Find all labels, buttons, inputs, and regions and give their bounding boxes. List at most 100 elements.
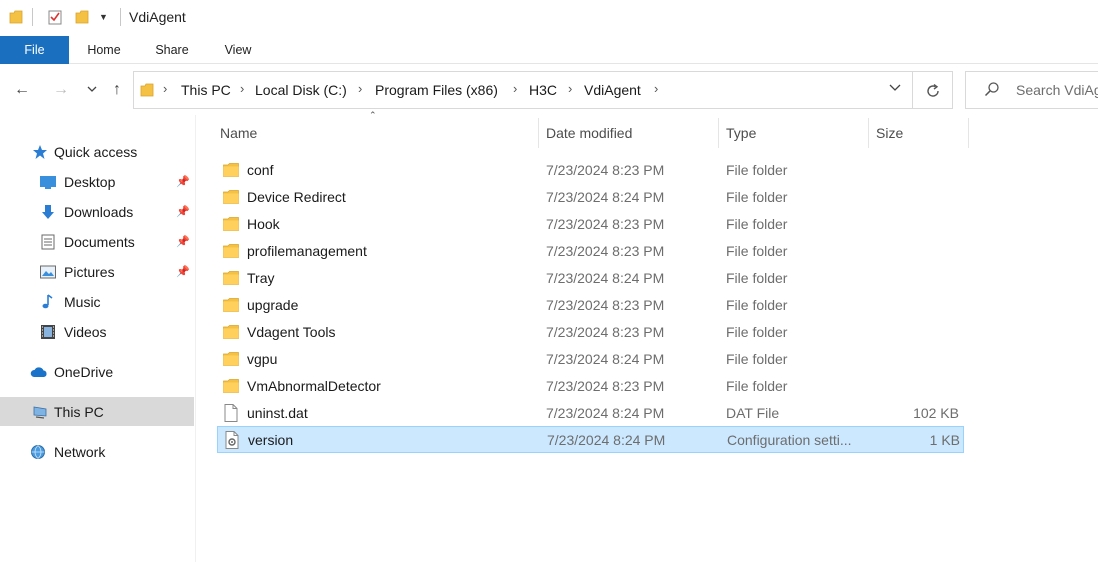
sidebar-item-this-pc[interactable]: This PC (32, 397, 192, 427)
tab-home[interactable]: Home (78, 36, 130, 64)
chevron-down-icon[interactable] (888, 80, 902, 94)
file-size: 1 KB (929, 432, 960, 448)
chevron-right-icon[interactable]: › (163, 81, 167, 96)
cloud-icon (30, 367, 47, 377)
search-box[interactable]: Search VdiAgent (965, 71, 1098, 109)
forward-arrow-icon[interactable]: → (49, 78, 73, 102)
file-type: File folder (726, 270, 788, 286)
sidebar-item-pictures[interactable]: Pictures 📌 (40, 257, 192, 287)
tab-view[interactable]: View (214, 36, 262, 64)
file-type: File folder (726, 351, 788, 367)
sidebar-item-quick-access[interactable]: Quick access (32, 137, 192, 167)
videos-icon (41, 325, 55, 339)
computer-icon (33, 406, 47, 419)
pictures-icon (40, 265, 56, 279)
sidebar-item-onedrive[interactable]: OneDrive (30, 357, 192, 387)
search-input[interactable]: Search VdiAgent (1016, 82, 1098, 98)
file-row[interactable]: vgpu 7/23/2024 8:24 PM File folder (217, 346, 964, 373)
folder-icon (140, 83, 154, 97)
file-type: DAT File (726, 405, 780, 421)
file-type: File folder (726, 324, 788, 340)
tab-share[interactable]: Share (146, 36, 198, 64)
file-row[interactable]: Hook 7/23/2024 8:23 PM File folder (217, 211, 964, 238)
breadcrumb-program-files[interactable]: Program Files (x86) (375, 82, 498, 98)
window-title: VdiAgent (129, 9, 186, 25)
file-type: File folder (726, 162, 788, 178)
file-date: 7/23/2024 8:24 PM (546, 351, 665, 367)
sidebar-item-music[interactable]: Music (40, 287, 192, 317)
sidebar-item-network[interactable]: Network (30, 437, 192, 467)
pin-icon[interactable]: 📌 (176, 197, 190, 227)
ribbon: File Home Share View (0, 36, 1098, 64)
file-name: version (248, 432, 294, 448)
file-date: 7/23/2024 8:24 PM (546, 270, 665, 286)
file-row[interactable]: profilemanagement 7/23/2024 8:23 PM File f… (217, 238, 964, 265)
sidebar-item-videos[interactable]: Videos (40, 317, 192, 347)
column-divider[interactable] (868, 118, 869, 148)
file-date: 7/23/2024 8:23 PM (546, 162, 665, 178)
file-row[interactable]: Device Redirect 7/23/2024 8:24 PM File fol… (217, 184, 964, 211)
refresh-button[interactable] (913, 71, 953, 109)
chevron-right-icon[interactable]: › (240, 81, 244, 96)
column-header-name[interactable]: Name (220, 118, 536, 148)
file-row[interactable]: Tray 7/23/2024 8:24 PM File folder (217, 265, 964, 292)
file-name: VmAbnormalDetector (247, 378, 381, 394)
file-row[interactable]: conf 7/23/2024 8:23 PM File folder (217, 157, 964, 184)
file-row[interactable]: VmAbnormalDetector 7/23/2024 8:23 PM File … (217, 373, 964, 400)
column-header-date[interactable]: Date modified (546, 118, 716, 148)
file-name: Vdagent Tools (247, 324, 336, 340)
folder-icon (223, 244, 239, 258)
breadcrumb-this-pc[interactable]: This PC (181, 82, 231, 98)
tab-file[interactable]: File (0, 36, 69, 64)
new-folder-icon[interactable] (75, 9, 89, 25)
file-size (867, 238, 959, 265)
file-date: 7/23/2024 8:23 PM (546, 297, 665, 313)
folder-icon (223, 298, 239, 312)
breadcrumb-local-disk[interactable]: Local Disk (C:) (255, 82, 347, 98)
column-header-size[interactable]: Size (876, 118, 966, 148)
file-type: File folder (726, 378, 788, 394)
pin-icon[interactable]: 📌 (176, 167, 190, 197)
sidebar-item-downloads[interactable]: Downloads 📌 (40, 197, 192, 227)
column-divider[interactable] (968, 118, 969, 148)
address-bar[interactable]: › This PC › Local Disk (C:) › Program Fi… (133, 71, 913, 109)
column-divider[interactable] (538, 118, 539, 148)
file-name: upgrade (247, 297, 299, 313)
recent-locations-icon[interactable] (86, 84, 98, 94)
breadcrumb-h3c[interactable]: H3C (529, 82, 557, 98)
file-name: Hook (247, 216, 280, 232)
title-bar: ▼ VdiAgent (0, 0, 1098, 36)
file-name: profilemanagement (247, 243, 367, 259)
refresh-icon (927, 83, 939, 97)
music-icon (42, 294, 53, 309)
file-type: File folder (726, 189, 788, 205)
download-icon (42, 205, 54, 219)
pin-icon[interactable]: 📌 (176, 257, 190, 287)
file-row[interactable]: Vdagent Tools 7/23/2024 8:23 PM File folde… (217, 319, 964, 346)
file-row[interactable]: upgrade 7/23/2024 8:23 PM File folder (217, 292, 964, 319)
chevron-right-icon[interactable]: › (358, 81, 362, 96)
file-size (867, 184, 959, 211)
file-name: vgpu (247, 351, 278, 367)
sidebar-item-desktop[interactable]: Desktop 📌 (40, 167, 192, 197)
chevron-right-icon[interactable]: › (513, 81, 517, 96)
chevron-right-icon[interactable]: › (654, 81, 658, 96)
file-name: conf (247, 162, 274, 178)
file-row[interactable]: version 7/23/2024 8:24 PM Configuration se… (217, 426, 964, 453)
column-divider[interactable] (718, 118, 719, 148)
folder-icon (223, 271, 239, 285)
file-size (867, 211, 959, 238)
up-arrow-icon[interactable]: ↑ (105, 78, 129, 102)
properties-icon[interactable] (48, 9, 62, 25)
sidebar-item-documents[interactable]: Documents 📌 (40, 227, 192, 257)
pin-icon[interactable]: 📌 (176, 227, 190, 257)
chevron-right-icon[interactable]: › (568, 81, 572, 96)
column-header-type[interactable]: Type (726, 118, 866, 148)
customize-toolbar-icon[interactable]: ▼ (99, 12, 108, 22)
separator (32, 8, 33, 26)
breadcrumb-vdiagent[interactable]: VdiAgent (584, 82, 641, 98)
back-arrow-icon[interactable]: ← (10, 78, 34, 102)
file-name: Device Redirect (247, 189, 346, 205)
file-date: 7/23/2024 8:23 PM (546, 243, 665, 259)
file-row[interactable]: uninst.dat 7/23/2024 8:24 PM DAT File 102 K… (217, 400, 964, 427)
